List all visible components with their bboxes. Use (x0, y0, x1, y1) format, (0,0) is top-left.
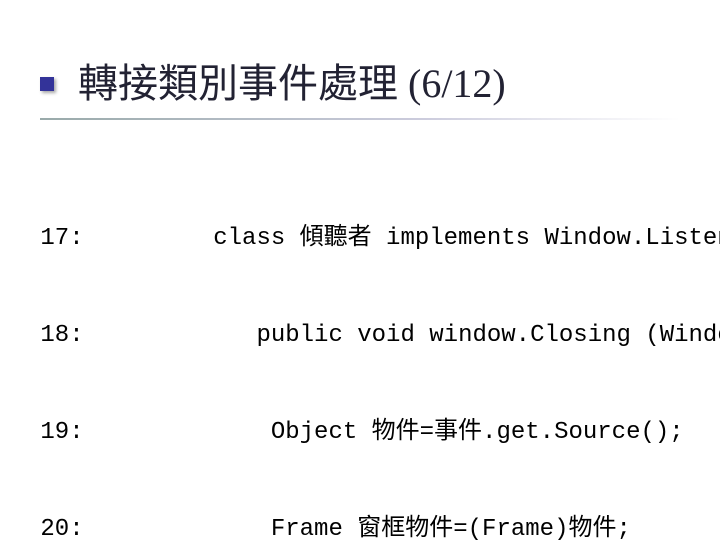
slide-title: 轉接類別事件處理 (6/12) (78, 64, 506, 104)
code-line: 20: Frame 窗框物件=(Frame)物件; (26, 514, 710, 540)
slide-title-wrap: 轉接類別事件處理 (6/12) (40, 64, 506, 104)
slide: 轉接類別事件處理 (6/12) 17: class 傾聽者 implements… (0, 0, 720, 540)
title-bullet-icon (40, 77, 54, 91)
code-line: 19: Object 物件=事件.get.Source(); (26, 417, 710, 449)
code-line: 18: public void window.Closing (Window.E… (26, 320, 710, 352)
title-underline (40, 118, 680, 120)
code-block: 17: class 傾聽者 implements Window.Listener… (26, 158, 710, 540)
code-line: 17: class 傾聽者 implements Window.Listener… (26, 223, 710, 255)
